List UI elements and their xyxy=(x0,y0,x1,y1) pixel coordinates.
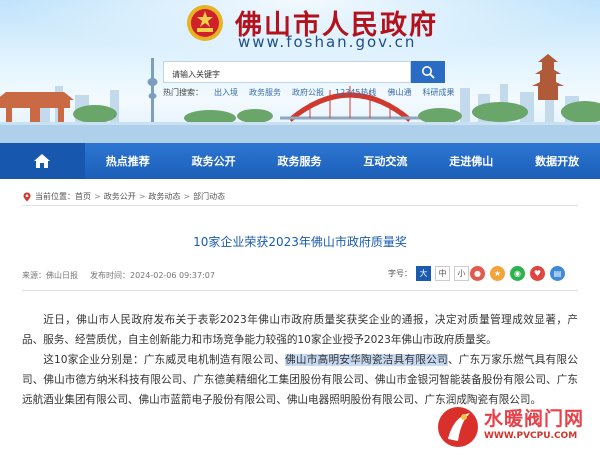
site-url: www.foshan.gov.cn xyxy=(238,33,417,51)
header-banner: 佛山市人民政府 www.foshan.gov.cn 热门搜索： 出入境 政务服务… xyxy=(0,0,600,143)
hot-search-link[interactable]: 12345热线 xyxy=(335,87,376,98)
location-icon xyxy=(23,192,31,201)
font-size-medium-button[interactable]: 中 xyxy=(435,266,450,281)
share-buttons: ● ★ ◉ ♥ ▤ xyxy=(470,266,565,281)
hot-search-link[interactable]: 科研成果 xyxy=(422,87,454,98)
hot-search-link[interactable]: 政府公报 xyxy=(292,87,324,98)
watermark-text: 水暖阀门网 xyxy=(484,408,585,430)
article-source: 来源：佛山日报 xyxy=(22,271,78,280)
font-size-label: 字号： xyxy=(388,269,412,278)
hot-search-row: 热门搜索： 出入境 政务服务 政府公报 12345热线 佛山通 科研成果 xyxy=(163,87,454,98)
print-share-icon[interactable]: ▤ xyxy=(550,266,565,281)
nav-item-interaction[interactable]: 互动交流 xyxy=(342,153,428,169)
nav-item-open-data[interactable]: 数据开放 xyxy=(514,153,600,169)
national-emblem-icon xyxy=(187,5,223,41)
wechat-share-icon[interactable]: ◉ xyxy=(510,266,525,281)
article-paragraph: 近日，佛山市人民政府发布关于表彰2023年佛山市政府质量奖获奖企业的通报，决定对… xyxy=(22,314,578,346)
breadcrumb: 当前位置： 首页 > 政务公开 > 政务动态 > 部门动态 xyxy=(22,191,225,202)
nav-item-gov-open[interactable]: 政务公开 xyxy=(171,153,257,169)
main-nav: 热点推荐 政务公开 政务服务 互动交流 走进佛山 数据开放 xyxy=(0,143,600,179)
divider xyxy=(22,205,578,206)
hot-search-link[interactable]: 佛山通 xyxy=(387,87,411,98)
font-size-small-button[interactable]: 小 xyxy=(454,266,469,281)
qzone-share-icon[interactable]: ★ xyxy=(490,266,505,281)
highlighted-company: 佛山市高明安华陶瓷洁具有限公司 xyxy=(285,354,448,366)
nav-item-about-foshan[interactable]: 走进佛山 xyxy=(428,153,514,169)
breadcrumb-separator: > xyxy=(138,192,146,201)
favorite-share-icon[interactable]: ♥ xyxy=(530,266,545,281)
breadcrumb-link[interactable]: 部门动态 xyxy=(193,191,225,202)
nav-item-gov-service[interactable]: 政务服务 xyxy=(257,153,343,169)
article-body: 近日，佛山市人民政府发布关于表彰2023年佛山市政府质量奖获奖企业的通报，决定对… xyxy=(22,310,578,410)
home-icon xyxy=(34,154,51,168)
article-meta: 来源：佛山日报 发布时间：2024-02-06 09:37:07 xyxy=(22,270,215,281)
hot-search-label: 热门搜索： xyxy=(163,88,203,97)
breadcrumb-link[interactable]: 政务动态 xyxy=(148,191,180,202)
font-size-switcher: 字号： 大 中 小 xyxy=(388,266,469,281)
search-input[interactable] xyxy=(164,64,410,85)
breadcrumb-separator: > xyxy=(94,192,101,201)
breadcrumb-link[interactable]: 首页 xyxy=(75,191,91,202)
breadcrumb-label: 当前位置： xyxy=(35,192,75,201)
divider xyxy=(22,290,578,291)
weibo-share-icon[interactable]: ● xyxy=(470,266,485,281)
nav-item-hot[interactable]: 热点推荐 xyxy=(85,153,171,169)
search-box xyxy=(163,61,411,85)
breadcrumb-link[interactable]: 政务公开 xyxy=(104,191,136,202)
hot-search-link[interactable]: 出入境 xyxy=(214,87,238,98)
article-date: 发布时间：2024-02-06 09:37:07 xyxy=(90,271,215,280)
article-title: 10家企业荣获2023年佛山市政府质量奖 xyxy=(193,235,407,249)
search-icon xyxy=(422,66,435,79)
hot-search-link[interactable]: 政务服务 xyxy=(249,87,281,98)
font-size-large-button[interactable]: 大 xyxy=(416,266,431,281)
paragraph-text: 这10家企业分别是：广东威灵电机制造有限公司、 xyxy=(43,354,286,366)
breadcrumb-separator: > xyxy=(183,192,191,201)
nav-home-button[interactable] xyxy=(0,143,85,179)
search-button[interactable] xyxy=(411,61,445,83)
article-paragraph: 这10家企业分别是：广东威灵电机制造有限公司、佛山市高明安华陶瓷洁具有限公司、广… xyxy=(22,350,578,410)
watermark-url: WWW.PVCPU.COM xyxy=(484,431,578,441)
